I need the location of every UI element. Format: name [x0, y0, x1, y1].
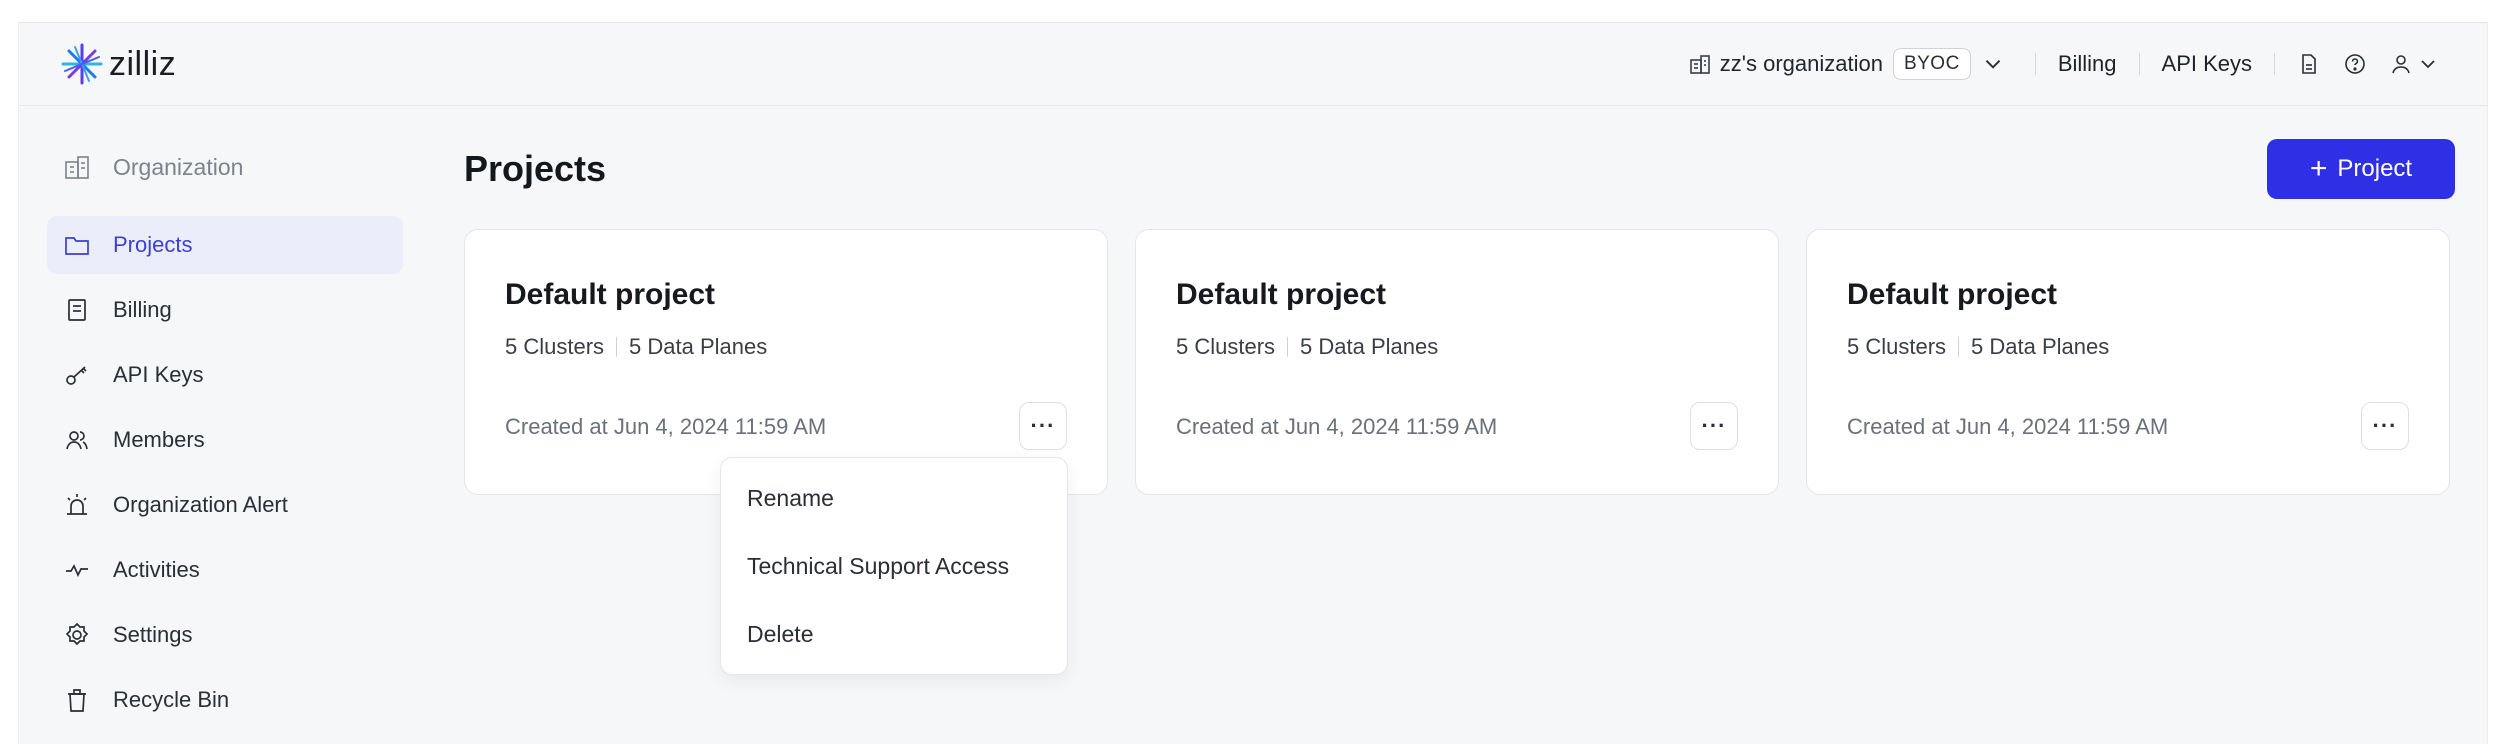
chevron-down-icon [2421, 60, 2435, 69]
sidebar-item-organization-alert[interactable]: Organization Alert [47, 476, 403, 534]
sidebar-item-label: Settings [113, 622, 193, 647]
sidebar-item-label: Billing [113, 297, 172, 322]
zilliz-logo[interactable]: zilliz [59, 41, 176, 87]
sidebar-item-members[interactable]: Members [47, 411, 403, 469]
project-meta: 5 Clusters 5 Data Planes [505, 334, 767, 360]
data-plane-count: 5 Data Planes [1300, 334, 1439, 359]
sidebar-item-label: Projects [113, 232, 193, 257]
project-title: Default project [505, 278, 716, 311]
api-keys-link[interactable]: API Keys [2162, 51, 2252, 77]
sidebar-item-api-keys[interactable]: API Keys [47, 346, 403, 404]
project-title: Default project [1847, 278, 2058, 311]
org-switcher[interactable]: zz's organization BYOC [1688, 48, 2013, 80]
sidebar-item-recycle-bin[interactable]: Recycle Bin [47, 671, 403, 729]
divider [2138, 53, 2140, 75]
sidebar-item-label: Organization Alert [113, 492, 288, 517]
project-meta: 5 Clusters 5 Data Planes [1176, 334, 1438, 360]
project-card[interactable]: Default project 5 Clusters 5 Data Planes… [1135, 229, 1779, 495]
user-menu[interactable] [2389, 52, 2439, 76]
page-title: Projects [464, 148, 607, 189]
sidebar-item-label: Organization [113, 153, 244, 180]
zilliz-star-icon [61, 43, 103, 85]
more-options-button[interactable]: ··· [1019, 402, 1067, 450]
created-at: Created at Jun 4, 2024 11:59 AM [1176, 414, 1498, 439]
alarm-icon [67, 494, 87, 515]
user-icon [2392, 55, 2410, 74]
folder-icon [65, 237, 89, 255]
byoc-badge: BYOC [1892, 48, 1971, 80]
receipt-icon [68, 299, 86, 321]
add-project-label: Project [2337, 155, 2413, 182]
created-at: Created at Jun 4, 2024 11:59 AM [505, 414, 827, 439]
org-name: zz's organization [1719, 51, 1883, 76]
cluster-count: 5 Clusters [1176, 334, 1276, 359]
app-window: zilliz zz's organization BYOC Billing AP… [18, 22, 2488, 744]
project-card[interactable]: Default project 5 Clusters 5 Data Planes… [1806, 229, 2450, 495]
header-actions: zz's organization BYOC Billing API Keys [1688, 23, 2439, 105]
gear-icon [65, 622, 89, 646]
sidebar-item-billing[interactable]: Billing [47, 281, 403, 339]
trash-icon [68, 689, 86, 712]
activity-icon [66, 564, 88, 577]
building-icon [1689, 55, 1710, 74]
sidebar-item-settings[interactable]: Settings [47, 606, 403, 664]
top-bar: zilliz zz's organization BYOC Billing AP… [19, 23, 2487, 106]
project-meta: 5 Clusters 5 Data Planes [1847, 334, 2109, 360]
project-title: Default project [1176, 278, 1387, 311]
plus-icon: + [2309, 152, 2328, 185]
members-icon [66, 431, 88, 450]
sidebar-item-activities[interactable]: Activities [47, 541, 403, 599]
menu-item-delete[interactable]: Delete [721, 600, 1067, 668]
chevron-down-icon[interactable] [1981, 52, 2005, 76]
menu-item-rename[interactable]: Rename [721, 464, 1067, 532]
sidebar-item-organization[interactable]: Organization [47, 138, 403, 196]
sidebar-item-label: API Keys [113, 362, 204, 387]
building-icon [65, 156, 89, 179]
document-icon[interactable] [2297, 52, 2321, 76]
help-icon[interactable] [2343, 52, 2367, 76]
sidebar: Organization Projects Billing API Keys M… [47, 138, 403, 736]
sidebar-item-label: Activities [113, 557, 200, 582]
more-options-button[interactable]: ··· [1690, 402, 1738, 450]
add-project-button[interactable]: + Project [2267, 139, 2455, 199]
divider [2274, 53, 2275, 75]
data-plane-count: 5 Data Planes [629, 334, 768, 359]
project-card[interactable]: Default project 5 Clusters 5 Data Planes… [464, 229, 1108, 495]
cluster-count: 5 Clusters [1847, 334, 1947, 359]
project-context-menu: Rename Technical Support Access Delete [720, 457, 1068, 675]
billing-link[interactable]: Billing [2058, 51, 2117, 77]
logo-text: zilliz [109, 44, 177, 83]
created-at: Created at Jun 4, 2024 11:59 AM [1847, 414, 2169, 439]
divider [2034, 53, 2036, 75]
data-plane-count: 5 Data Planes [1971, 334, 2110, 359]
more-options-button[interactable]: ··· [2361, 402, 2409, 450]
cluster-count: 5 Clusters [505, 334, 605, 359]
sidebar-item-projects[interactable]: Projects [47, 216, 403, 274]
sidebar-item-label: Recycle Bin [113, 687, 230, 712]
sidebar-item-label: Members [113, 427, 205, 452]
key-icon [66, 366, 87, 385]
menu-item-technical-support-access[interactable]: Technical Support Access [721, 532, 1067, 600]
